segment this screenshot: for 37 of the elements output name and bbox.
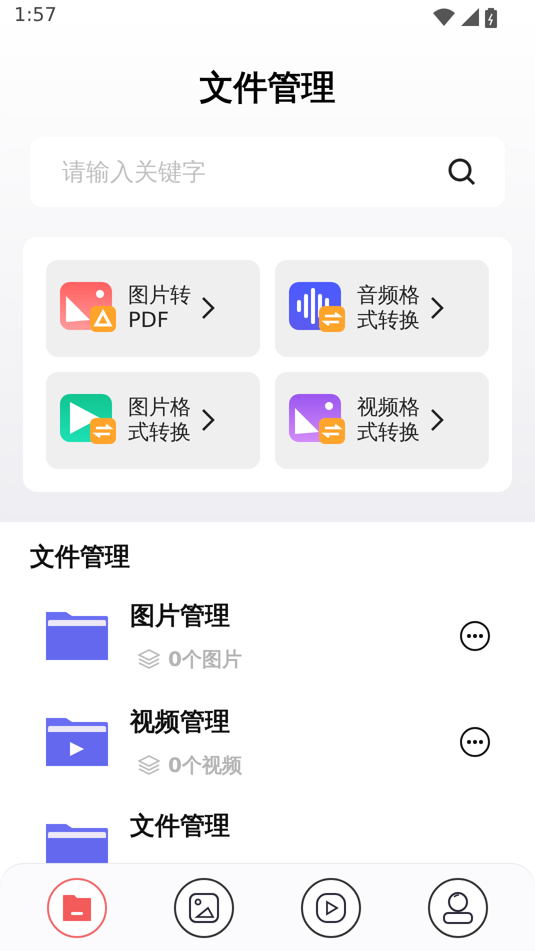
picture-icon xyxy=(60,282,118,334)
audio-wave-icon xyxy=(289,282,347,334)
play-icon xyxy=(60,394,118,446)
folder-icon xyxy=(44,822,110,864)
folder-name: 图片管理 xyxy=(130,600,231,632)
section-title: 文件管理 xyxy=(30,540,131,573)
search-input[interactable]: 请输入关键字 xyxy=(60,156,447,187)
chevron-icon xyxy=(430,296,444,320)
battery-icon xyxy=(485,8,497,28)
play-icon xyxy=(314,892,347,924)
file-count: 0个图片 xyxy=(168,646,242,673)
status-time: 1:57 xyxy=(14,4,57,26)
folder-icon xyxy=(44,610,110,662)
chevron-icon xyxy=(430,408,444,432)
layers-icon xyxy=(138,649,160,670)
folder-icon xyxy=(61,892,94,922)
tool-button[interactable]: 图片转PDF xyxy=(46,260,260,357)
user-icon xyxy=(440,890,475,924)
folder-name: 视频管理 xyxy=(130,706,231,738)
tool-button[interactable]: 视频格式转换 xyxy=(275,372,489,469)
tool-button[interactable]: 音频格式转换 xyxy=(275,260,489,357)
search-icon xyxy=(447,156,477,187)
video-folder-icon xyxy=(44,716,110,768)
more-button[interactable] xyxy=(459,620,491,652)
chevron-icon xyxy=(201,408,215,432)
search-field[interactable]: 请输入关键字 xyxy=(30,136,505,207)
image-icon xyxy=(188,892,220,924)
file-count: 0个视频 xyxy=(168,752,242,779)
layers-icon xyxy=(138,755,160,776)
picture-icon xyxy=(289,394,347,446)
tool-button[interactable]: 图片格式转换 xyxy=(46,372,260,469)
wifi-icon xyxy=(433,8,455,26)
folder-name: 文件管理 xyxy=(130,810,231,842)
signal-icon xyxy=(461,8,479,26)
more-button[interactable] xyxy=(459,726,491,758)
page-title: 文件管理 xyxy=(200,68,336,109)
chevron-icon xyxy=(201,296,215,320)
